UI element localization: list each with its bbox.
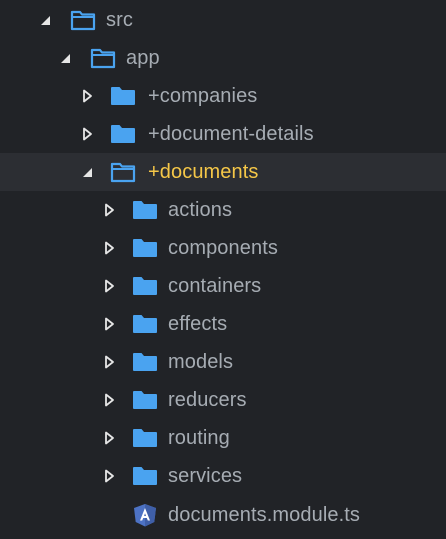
- tree-item-document-details[interactable]: +document-details: [0, 115, 446, 153]
- tree-item-reducers[interactable]: reducers: [0, 381, 446, 419]
- tree-item-actions[interactable]: actions: [0, 191, 446, 229]
- tree-item-label: effects: [168, 313, 228, 335]
- chevron-right-icon[interactable]: [102, 316, 118, 332]
- chevron-right-icon[interactable]: [80, 88, 96, 104]
- tree-item-label: reducers: [168, 389, 247, 411]
- chevron-right-icon[interactable]: [102, 392, 118, 408]
- chevron-right-icon[interactable]: [80, 126, 96, 142]
- tree-item-label: services: [168, 465, 243, 487]
- chevron-right-icon[interactable]: [102, 240, 118, 256]
- tree-item-label: components: [168, 237, 278, 259]
- folder-icon: [132, 237, 158, 259]
- tree-item-containers[interactable]: containers: [0, 267, 446, 305]
- angular-file-icon: [132, 503, 158, 527]
- folder-icon: [132, 351, 158, 373]
- chevron-down-icon[interactable]: [38, 12, 54, 28]
- chevron-right-icon[interactable]: [102, 278, 118, 294]
- chevron-right-icon[interactable]: [102, 430, 118, 446]
- tree-item-src[interactable]: src: [0, 1, 446, 39]
- folder-open-icon: [70, 9, 96, 31]
- folder-icon: [132, 389, 158, 411]
- tree-item-documents[interactable]: +documents: [0, 153, 446, 191]
- tree-item-app[interactable]: app: [0, 39, 446, 77]
- tree-item-models[interactable]: models: [0, 343, 446, 381]
- tree-item-label: app: [126, 47, 160, 69]
- tree-item-label: models: [168, 351, 234, 373]
- file-explorer-tree: src app +companies +document-details +do…: [0, 0, 446, 539]
- folder-icon: [132, 313, 158, 335]
- tree-item-components[interactable]: components: [0, 229, 446, 267]
- tree-item-label: +companies: [148, 85, 258, 107]
- folder-icon: [110, 85, 136, 107]
- chevron-down-icon[interactable]: [58, 50, 74, 66]
- tree-item-label: +document-details: [148, 123, 314, 145]
- folder-icon: [132, 427, 158, 449]
- folder-icon: [132, 199, 158, 221]
- folder-icon: [110, 123, 136, 145]
- tree-item-documents-module[interactable]: documents.module.ts: [0, 496, 446, 534]
- tree-item-label: containers: [168, 275, 262, 297]
- tree-item-services[interactable]: services: [0, 457, 446, 495]
- folder-icon: [132, 275, 158, 297]
- folder-open-icon: [90, 47, 116, 69]
- tree-item-label: +documents: [148, 161, 259, 183]
- tree-item-effects[interactable]: effects: [0, 305, 446, 343]
- tree-item-label: actions: [168, 199, 233, 221]
- chevron-right-icon[interactable]: [102, 354, 118, 370]
- folder-icon: [132, 465, 158, 487]
- tree-item-companies[interactable]: +companies: [0, 77, 446, 115]
- chevron-down-icon[interactable]: [80, 164, 96, 180]
- chevron-right-icon[interactable]: [102, 202, 118, 218]
- chevron-right-icon[interactable]: [102, 468, 118, 484]
- folder-open-icon: [110, 161, 136, 183]
- tree-item-label: documents.module.ts: [168, 504, 360, 526]
- tree-item-routing[interactable]: routing: [0, 419, 446, 457]
- tree-item-label: routing: [168, 427, 230, 449]
- tree-item-label: src: [106, 9, 133, 31]
